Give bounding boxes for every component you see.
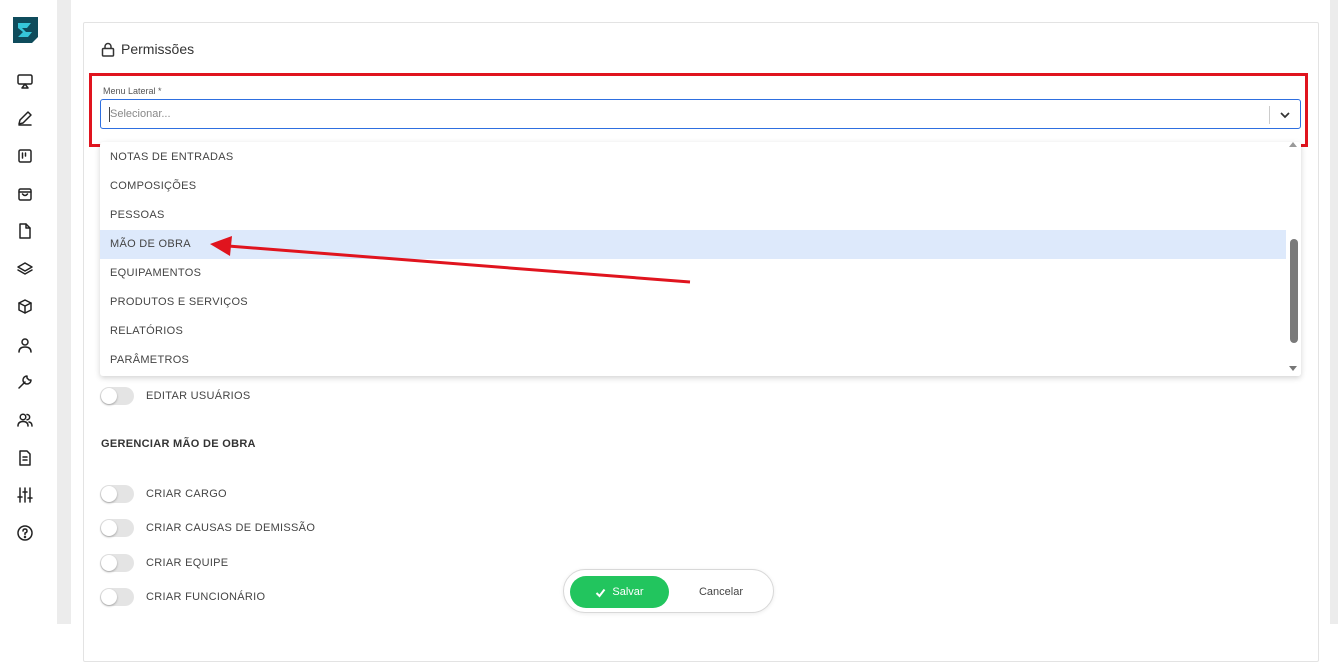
- app-logo[interactable]: [13, 17, 38, 43]
- help-icon[interactable]: [16, 524, 34, 542]
- box-icon[interactable]: [16, 298, 34, 316]
- section-title-label: Permissões: [121, 41, 195, 57]
- scroll-thumb[interactable]: [1290, 239, 1298, 343]
- permission-row: CRIAR FUNCIONÁRIO: [100, 588, 265, 606]
- toggle-switch[interactable]: [100, 554, 134, 572]
- permission-label: EDITAR USUÁRIOS: [146, 390, 251, 402]
- sliders-icon[interactable]: [16, 486, 34, 504]
- dropdown-option[interactable]: PRODUTOS E SERVIÇOS: [100, 288, 1286, 317]
- check-icon: [596, 588, 606, 598]
- section-title: Permissões: [101, 41, 194, 57]
- toggle-switch[interactable]: [100, 485, 134, 503]
- scroll-down-arrow-icon[interactable]: [1289, 366, 1297, 371]
- menu-lateral-dropdown: NOTAS DE ENTRADAS COMPOSIÇÕES PESSOAS MÃ…: [100, 142, 1301, 376]
- dropdown-option[interactable]: PARÂMETROS: [100, 346, 1286, 375]
- toggle-switch[interactable]: [100, 588, 134, 606]
- users-icon[interactable]: [16, 411, 34, 429]
- layers-icon[interactable]: [16, 260, 34, 278]
- board-icon[interactable]: [16, 147, 34, 165]
- wrench-icon[interactable]: [16, 373, 34, 391]
- toggle-switch[interactable]: [100, 519, 134, 537]
- sidebar: [0, 0, 50, 624]
- dropdown-option[interactable]: NOTAS DE ENTRADAS: [100, 143, 1286, 172]
- save-button[interactable]: Salvar: [570, 576, 669, 608]
- permission-row-edit-users: EDITAR USUÁRIOS: [100, 387, 251, 405]
- dropdown-option[interactable]: EQUIPAMENTOS: [100, 259, 1286, 288]
- dropdown-option[interactable]: COMPOSIÇÕES: [100, 172, 1286, 201]
- monitor-icon[interactable]: [16, 72, 34, 90]
- permission-row: CRIAR CAUSAS DE DEMISSÃO: [100, 519, 315, 537]
- annotation-highlight-box: [89, 73, 1308, 147]
- permission-row: CRIAR CARGO: [100, 485, 227, 503]
- permission-label: CRIAR EQUIPE: [146, 557, 229, 569]
- cancel-button[interactable]: Cancelar: [686, 576, 756, 608]
- dropdown-option[interactable]: PESSOAS: [100, 201, 1286, 230]
- permission-label: CRIAR CARGO: [146, 488, 227, 500]
- lock-icon: [101, 42, 115, 57]
- scroll-up-arrow-icon[interactable]: [1289, 142, 1297, 147]
- action-bar: Salvar Cancelar: [563, 569, 774, 613]
- right-gutter: [1330, 0, 1338, 624]
- bag-icon[interactable]: [16, 185, 34, 203]
- permission-row: CRIAR EQUIPE: [100, 554, 228, 572]
- group-title: GERENCIAR MÃO DE OBRA: [101, 438, 256, 450]
- user-icon[interactable]: [16, 336, 34, 354]
- content-gutter: [57, 0, 71, 624]
- toggle-switch[interactable]: [100, 387, 134, 405]
- document-icon[interactable]: [16, 449, 34, 467]
- save-button-label: Salvar: [612, 586, 644, 598]
- dropdown-option[interactable]: RELATÓRIOS: [100, 317, 1286, 346]
- dropdown-scrollbar[interactable]: [1286, 142, 1301, 376]
- file-icon[interactable]: [16, 222, 34, 240]
- permission-label: CRIAR FUNCIONÁRIO: [146, 591, 266, 603]
- dropdown-option-highlighted[interactable]: MÃO DE OBRA: [100, 230, 1286, 259]
- pen-icon[interactable]: [16, 109, 34, 127]
- permission-label: CRIAR CAUSAS DE DEMISSÃO: [146, 522, 316, 534]
